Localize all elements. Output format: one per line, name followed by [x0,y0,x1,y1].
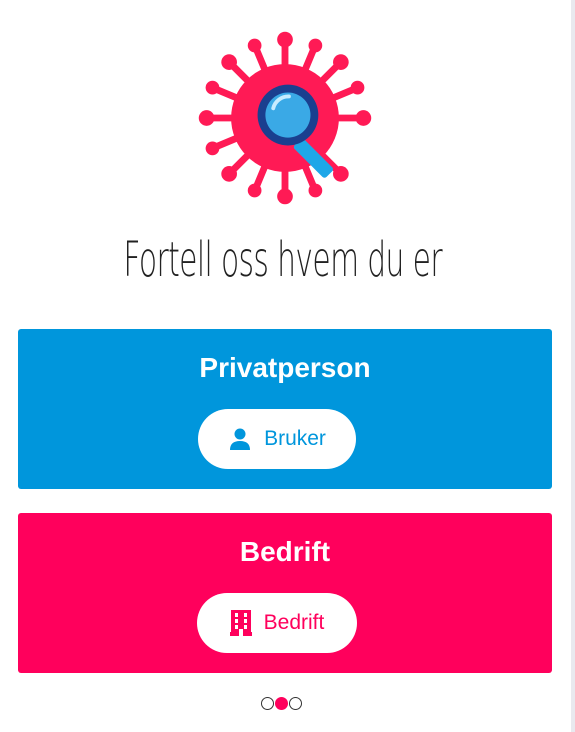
virus-magnifier-icon [198,31,372,205]
business-heading: Bedrift [239,536,331,567]
pagination-dot[interactable] [289,697,302,710]
scrollbar-track[interactable] [571,0,575,732]
pagination-dot[interactable] [275,697,288,710]
page: Fortell oss hvem du er Privatperson Bruk… [0,0,575,732]
private-person-heading: Privatperson [199,352,371,383]
business-card: Bedrift Bedrift [18,513,552,673]
pagination-dots [261,697,302,710]
private-person-card: Privatperson Bruker [18,329,552,489]
page-title: Fortell oss hvem du er [123,232,442,288]
user-icon [230,428,251,450]
business-button-label: Bedrift [263,611,325,634]
pagination-dot[interactable] [261,697,274,710]
building-icon [229,610,252,636]
user-button-label: Bruker [264,427,326,450]
business-button[interactable]: Bedrift [197,593,357,653]
user-button[interactable]: Bruker [198,409,356,469]
